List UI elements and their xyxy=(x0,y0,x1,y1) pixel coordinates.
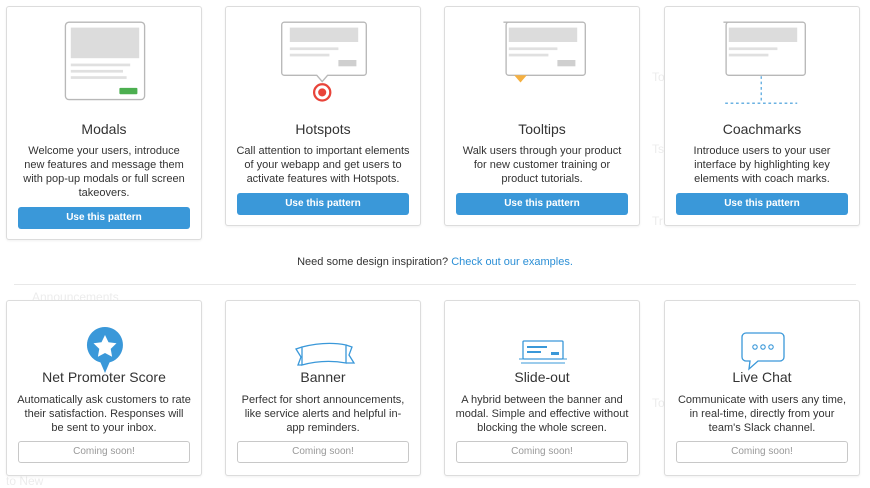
pattern-title: Tooltips xyxy=(518,121,566,137)
use-pattern-button[interactable]: Use this pattern xyxy=(456,193,628,215)
pattern-card-nps: Net Promoter Score Automatically ask cus… xyxy=(6,300,202,476)
coming-soon-button[interactable]: Coming soon! xyxy=(237,441,409,463)
pattern-description: Walk users through your product for new … xyxy=(462,145,622,185)
background-ghost-text: To xyxy=(652,70,665,84)
pattern-card-slide-out: Slide-out A hybrid between the banner an… xyxy=(444,300,640,476)
design-inspiration: Need some design inspiration? Check out … xyxy=(0,256,870,268)
background-ghost-text: Ts xyxy=(652,142,664,156)
use-pattern-button[interactable]: Use this pattern xyxy=(676,193,848,215)
pattern-title: Net Promoter Score xyxy=(42,369,166,385)
background-ghost-text: to New xyxy=(6,474,44,488)
examples-link[interactable]: Check out our examples. xyxy=(451,256,573,268)
pattern-description: Introduce users to your user interface b… xyxy=(693,145,831,185)
pattern-card-banner: Banner Perfect for short announcements, … xyxy=(225,300,421,476)
star-badge-icon xyxy=(86,327,123,373)
coachmark-illustration-icon xyxy=(723,21,806,104)
pattern-card-hotspots: Hotspots Call attention to important ele… xyxy=(225,6,421,226)
ribbon-banner-icon xyxy=(295,342,356,366)
pattern-title: Modals xyxy=(81,121,127,137)
pattern-title: Coachmarks xyxy=(722,121,802,137)
hotspot-illustration-icon xyxy=(281,21,367,102)
coming-soon-button[interactable]: Coming soon! xyxy=(18,441,190,463)
background-ghost-text: To xyxy=(652,396,665,410)
pattern-title: Hotspots xyxy=(295,121,351,137)
pattern-card-modals: Modals Welcome your users, introduce new… xyxy=(6,6,202,240)
pattern-description: Perfect for short announcements, like se… xyxy=(241,394,405,434)
pattern-title: Banner xyxy=(300,369,346,385)
pattern-title: Live Chat xyxy=(732,369,792,385)
use-pattern-button[interactable]: Use this pattern xyxy=(237,193,409,215)
pattern-description: Call attention to important elements of … xyxy=(236,145,410,185)
pattern-description: Automatically ask customers to rate thei… xyxy=(17,394,191,434)
coming-soon-button[interactable]: Coming soon! xyxy=(676,441,848,463)
use-pattern-button[interactable]: Use this pattern xyxy=(18,207,190,229)
inspiration-text: Need some design inspiration? xyxy=(297,256,452,268)
modal-illustration-icon xyxy=(64,21,146,101)
pattern-card-live-chat: Live Chat Communicate with users any tim… xyxy=(664,300,860,476)
pattern-title: Slide-out xyxy=(514,369,570,385)
pattern-description: Communicate with users any time, in real… xyxy=(677,394,847,434)
chat-bubble-icon xyxy=(741,332,785,371)
pattern-description: Welcome your users, introduce new featur… xyxy=(23,145,185,199)
tooltip-illustration-icon xyxy=(503,21,586,83)
section-divider xyxy=(14,284,856,285)
pattern-card-coachmarks: Coachmarks Introduce users to your user … xyxy=(664,6,860,226)
pattern-description: A hybrid between the banner and modal. S… xyxy=(455,394,629,434)
coming-soon-button[interactable]: Coming soon! xyxy=(456,441,628,463)
pattern-card-tooltips: Tooltips Walk users through your product… xyxy=(444,6,640,226)
background-ghost-text: Tr xyxy=(652,214,663,228)
slide-out-icon xyxy=(519,340,567,364)
